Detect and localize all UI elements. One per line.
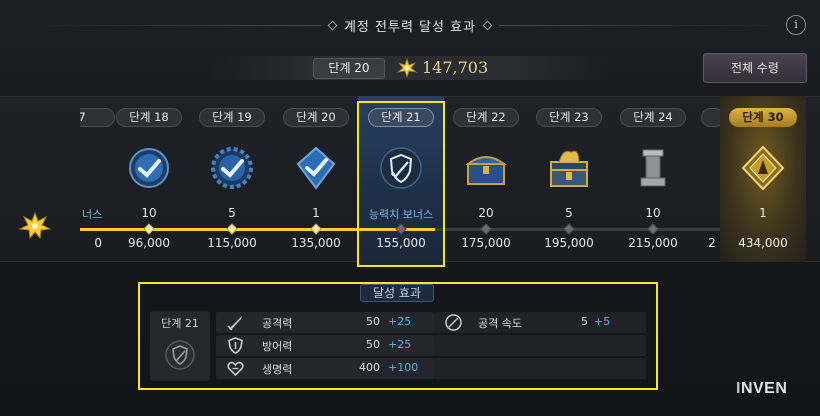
inven-watermark: INVEN xyxy=(736,380,787,398)
stage-pill: 단계 18 xyxy=(116,108,182,127)
blue-check-crystal-icon xyxy=(296,146,336,190)
reward-count: 10 xyxy=(141,206,157,220)
required-power: 2 xyxy=(708,236,716,250)
progress-marker xyxy=(310,223,322,235)
required-power: 434,000 xyxy=(738,236,788,250)
reward-node-stage-23[interactable]: 단계 23 5 195,000 xyxy=(529,96,609,262)
reward-node-stage-24[interactable]: 단계 24 10 215,000 xyxy=(613,96,693,262)
required-power: 195,000 xyxy=(544,236,594,250)
stage-pill: 단계 22 xyxy=(453,108,519,127)
progress-marker xyxy=(563,223,575,235)
combat-power-value: 147,703 xyxy=(422,58,489,77)
required-power: 175,000 xyxy=(461,236,511,250)
reward-count: 1 xyxy=(312,206,320,220)
achievement-window: 계정 전투력 달성 효과 i 단계 20 147,703 전체 수령 7 너스 … xyxy=(0,0,820,416)
window-title-row: 계정 전투력 달성 효과 xyxy=(0,14,820,36)
reward-label: 너스 xyxy=(82,208,103,221)
reward-count: 5 xyxy=(228,206,236,220)
reward-node-stage-22[interactable]: 단계 22 20 175,000 xyxy=(446,96,526,262)
final-reward-stage-30[interactable]: 단계 30 1 434,000 xyxy=(720,96,806,262)
stage-pill: 단계 30 xyxy=(729,108,797,127)
stage-pill: 단계 24 xyxy=(620,108,686,127)
reward-node-stage-18[interactable]: 단계 18 10 96,000 xyxy=(109,96,189,262)
dragon-chest-icon xyxy=(550,150,588,187)
blue-check-gear-icon xyxy=(211,147,253,189)
required-power: 0 xyxy=(94,236,102,250)
stage-pill: 단계 23 xyxy=(536,108,602,127)
title-divider-right xyxy=(499,24,790,26)
required-power: 135,000 xyxy=(291,236,341,250)
reward-count: 10 xyxy=(645,206,661,220)
selected-stage-frame xyxy=(357,101,445,267)
stage-pill: 단계 20 xyxy=(283,108,349,127)
required-power: 96,000 xyxy=(128,236,170,250)
treasure-chest-icon xyxy=(465,156,507,185)
title-ornament-left xyxy=(327,20,338,30)
title-ornament-right xyxy=(482,20,493,30)
stone-pedestal-icon xyxy=(640,149,666,187)
combat-power-icon xyxy=(396,57,418,79)
progress-marker xyxy=(226,223,238,235)
title-divider-left xyxy=(30,24,321,26)
stage-pill: 단계 19 xyxy=(199,108,265,127)
combat-power-emblem-icon xyxy=(18,211,52,240)
bonus-panel-frame xyxy=(138,282,658,390)
window-title: 계정 전투력 달성 효과 xyxy=(343,19,477,35)
reward-node-stage-20[interactable]: 단계 20 1 135,000 xyxy=(276,96,356,262)
collect-all-button[interactable]: 전체 수령 xyxy=(703,53,807,83)
required-power: 115,000 xyxy=(207,236,257,250)
current-stage-label: 단계 20 xyxy=(313,58,385,79)
progress-marker xyxy=(480,223,492,235)
reward-node-stage-19[interactable]: 단계 19 5 115,000 xyxy=(192,96,272,262)
progress-marker xyxy=(647,223,659,235)
blue-check-medal-icon xyxy=(129,148,169,188)
reward-count: 1 xyxy=(759,206,767,220)
reward-count: 20 xyxy=(478,206,494,220)
golden-emblem-icon xyxy=(741,145,785,191)
reward-count: 5 xyxy=(565,206,573,220)
info-button[interactable]: i xyxy=(786,15,806,35)
progress-marker xyxy=(143,223,155,235)
watermark-text: NVEN xyxy=(740,380,788,397)
required-power: 215,000 xyxy=(628,236,678,250)
